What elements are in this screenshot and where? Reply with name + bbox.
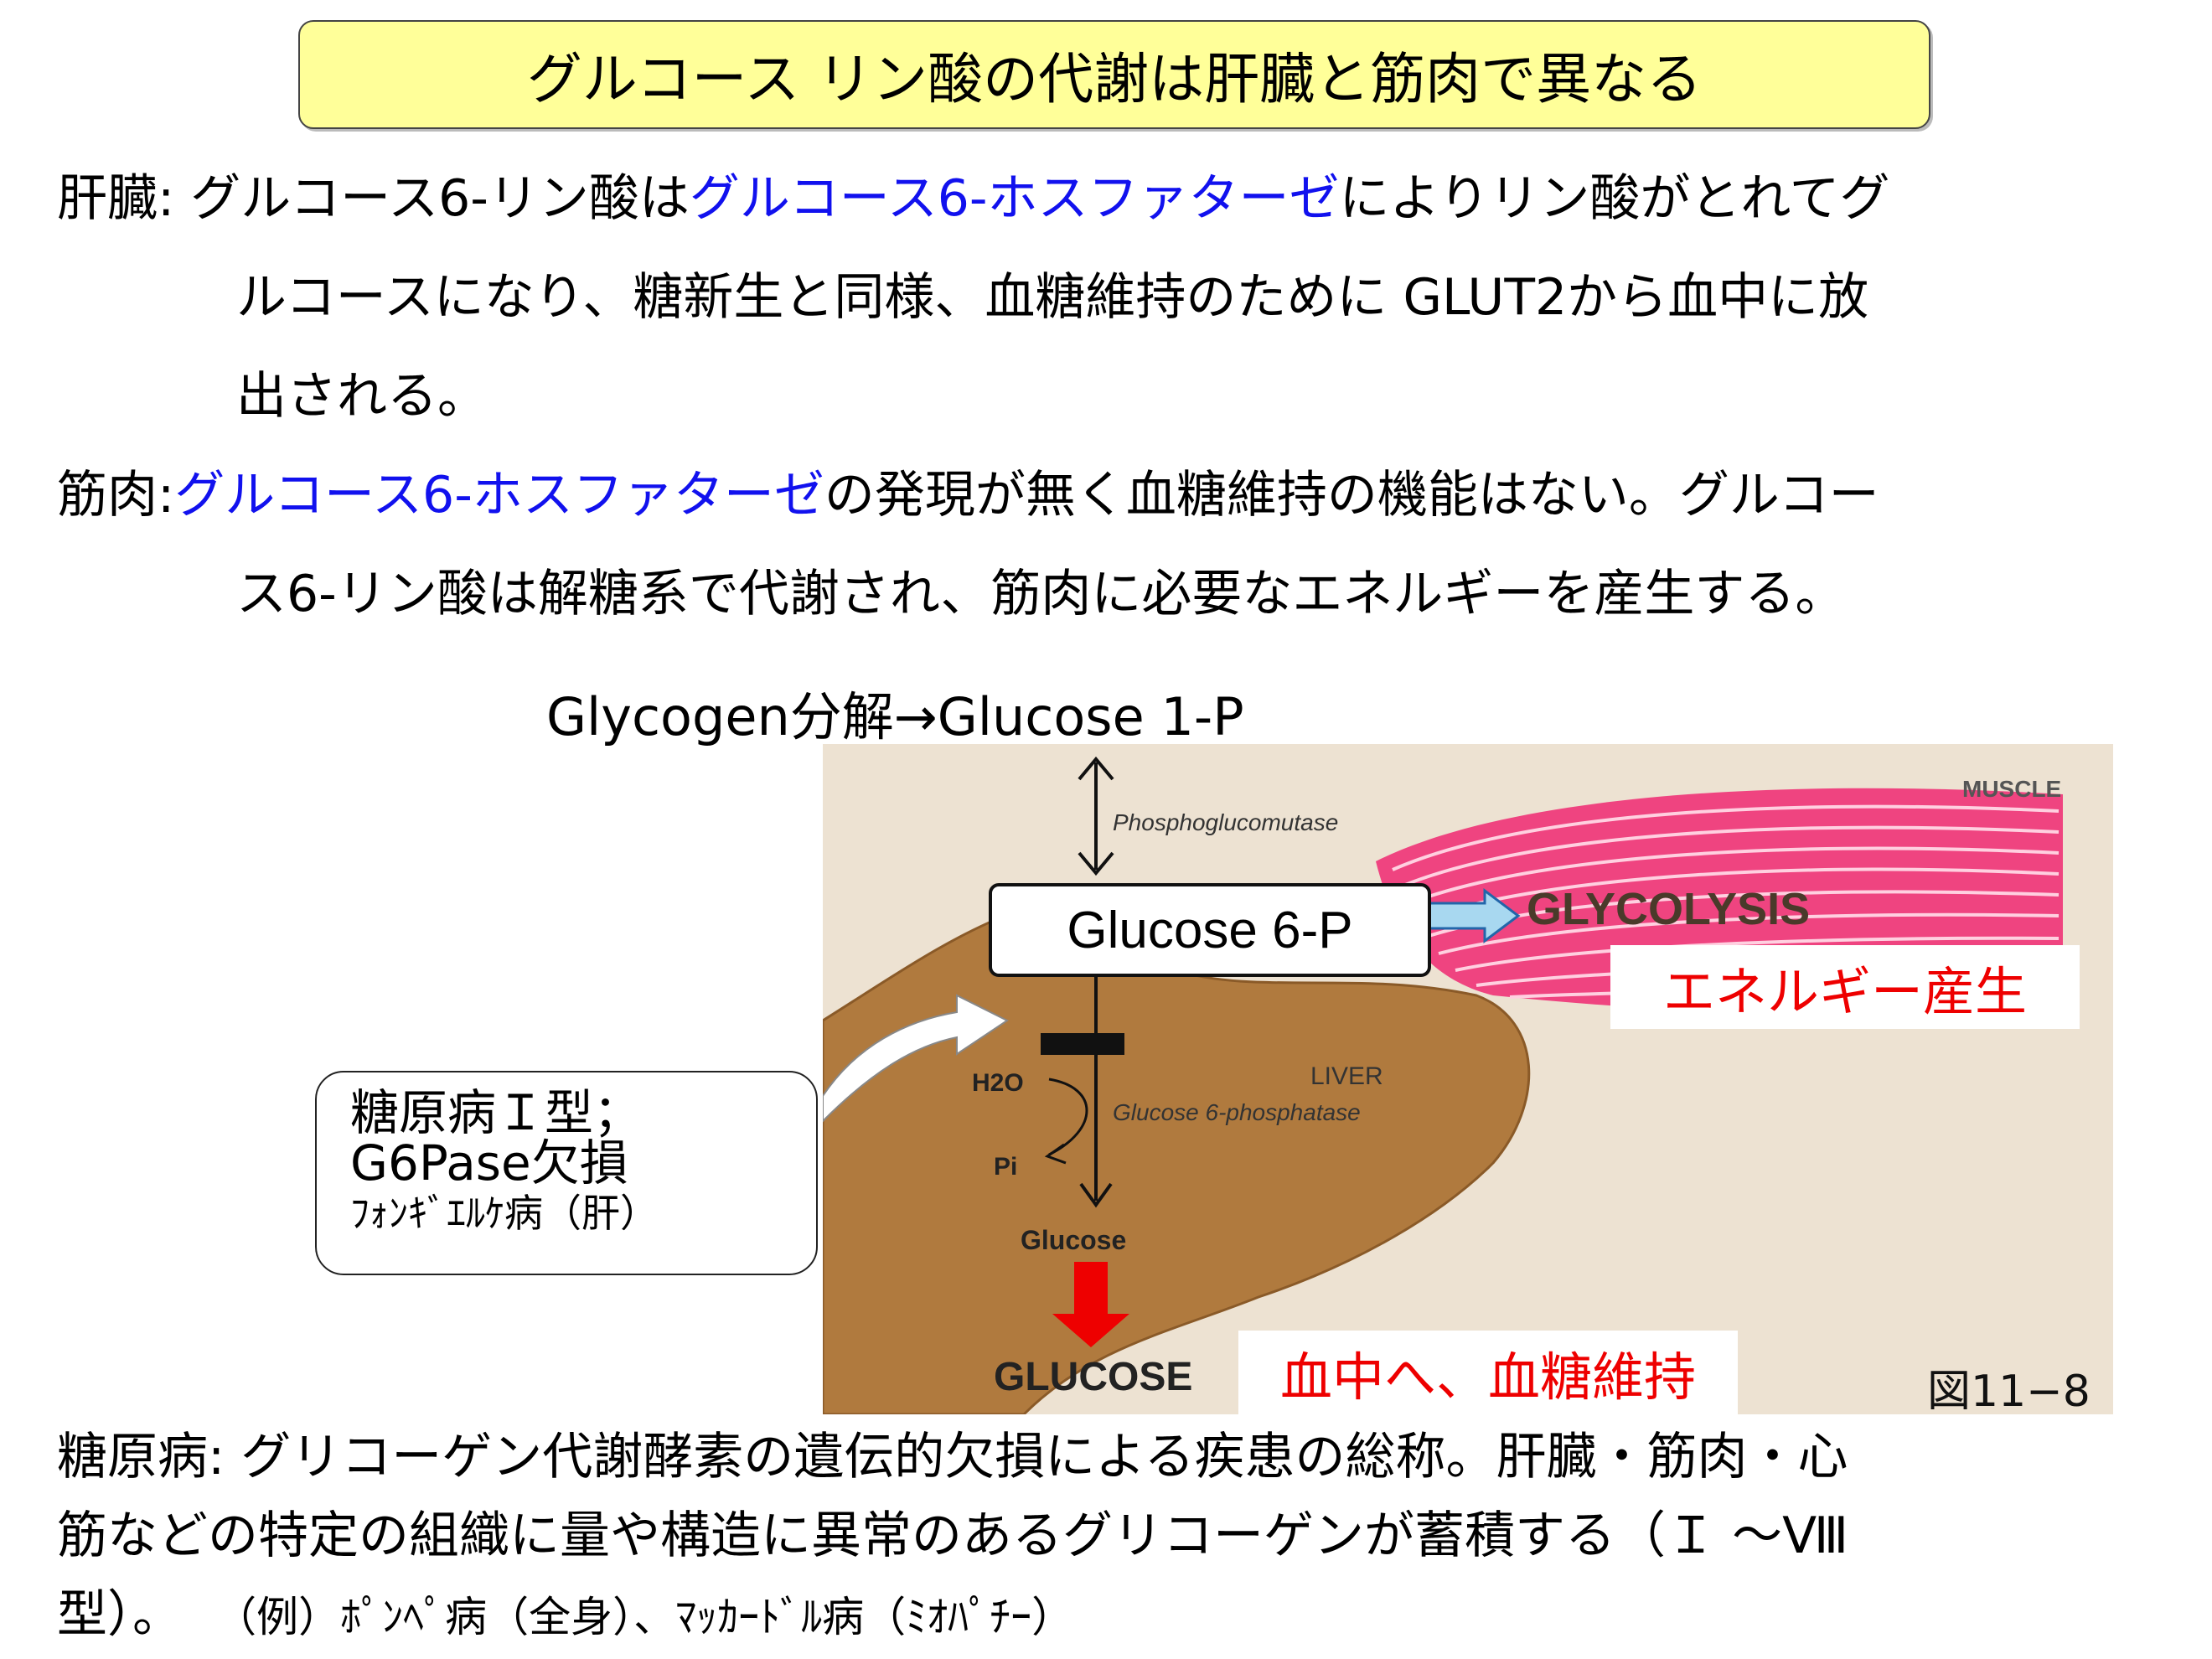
liver-label: LIVER: [1310, 1062, 1383, 1090]
metabolism-figure: Phosphoglucomutase MUSCLE Glucose 6-P GL…: [823, 744, 2113, 1414]
liver-line-3: 出される。: [236, 367, 488, 426]
liver-enzyme-name: グルコース6-ホスファターゼ: [689, 169, 1340, 228]
callout-line-3: ﾌｫﾝｷﾞｴﾙｹ病（肝）: [350, 1191, 659, 1236]
glycogenosis-description: 糖原病: グリコーゲン代謝酵素の遺伝的欠損による疾患の総称。肝臓・筋肉・心 筋な…: [57, 1418, 1848, 1656]
muscle-label: MUSCLE: [1962, 776, 2062, 802]
callout-line-2: G6Pase欠損: [350, 1134, 628, 1191]
liver-label: 肝臓: [57, 169, 158, 228]
phosphoglucomutase-arrow: [1078, 756, 1114, 876]
glycogen-storage-disease-callout: 糖原病Ｉ型； G6Pase欠損 ﾌｫﾝｷﾞｴﾙｹ病（肝）: [315, 1071, 818, 1275]
bottom-examples: （例）ﾎﾟﾝﾍﾟ病（全身）、ﾏｯｶｰﾄﾞﾙ病（ﾐｵﾊﾟﾁｰ）: [214, 1593, 1074, 1641]
muscle-sep: :: [158, 466, 175, 525]
pi-label: Pi: [994, 1153, 1018, 1181]
glycogen-breakdown-label: Glycogen分解→Glucose 1-P: [546, 686, 1244, 747]
muscle-enzyme-name: グルコース6-ホスファターゼ: [174, 466, 824, 525]
figure-number: 図11−8: [1927, 1367, 2091, 1414]
liver-text-c: によりリン酸がとれてグ: [1339, 169, 1890, 228]
callout-line-1: 糖原病Ｉ型；: [350, 1084, 643, 1141]
bottom-line-3: 型）。 （例）ﾎﾟﾝﾍﾟ病（全身）、ﾏｯｶｰﾄﾞﾙ病（ﾐｵﾊﾟﾁｰ）: [57, 1575, 1848, 1656]
liver-sep: :: [158, 169, 175, 228]
liver-line-1: 肝臓: グルコース6-リン酸はグルコース6-ホスファターゼによりリン酸がとれてグ: [57, 152, 1890, 245]
h2o-label: H2O: [972, 1069, 1024, 1097]
bottom-line-2: 筋などの特定の組織に量や構造に異常のあるグリコーゲンが蓄積する（Ｉ ～Ⅷ: [57, 1507, 1849, 1565]
glycolysis-label: GLYCOLYSIS: [1527, 884, 1811, 934]
muscle-text-c: の発現が無く血糖維持の機能はない。グルコー: [824, 466, 1879, 525]
g6phosphatase-label: Glucose 6-phosphatase: [1113, 1099, 1361, 1125]
energy-production-label: エネルギー産生: [1610, 945, 2080, 1029]
bottom-line-1: 糖原病: グリコーゲン代謝酵素の遺伝的欠損による疾患の総称。肝臓・筋肉・心: [57, 1428, 1848, 1486]
phosphoglucomutase-label: Phosphoglucomutase: [1113, 809, 1339, 835]
slide-title: グルコース リン酸の代謝は肝臓と筋肉で異なる: [298, 20, 1930, 129]
liver-text-a: グルコース6-リン酸は: [190, 169, 690, 228]
muscle-label: 筋肉: [57, 466, 158, 525]
glucose-6p-box: Glucose 6-P: [989, 883, 1431, 977]
enzyme-block-bar: [1041, 1033, 1124, 1055]
muscle-line-1: 筋肉:グルコース6-ホスファターゼの発現が無く血糖維持の機能はない。グルコー: [57, 449, 1879, 541]
glucose-big-label: GLUCOSE: [994, 1355, 1193, 1399]
glucose-small-label: Glucose: [1021, 1225, 1127, 1255]
blood-glucose-label: 血中へ、血糖維持: [1238, 1331, 1738, 1414]
liver-line-2: ルコースになり、糖新生と同様、血糖維持のために GLUT2から血中に放: [236, 268, 1869, 327]
bottom-line-3a: 型）。: [57, 1585, 183, 1644]
muscle-line-2: ス6-リン酸は解糖系で代謝され、筋肉に必要なエネルギーを産生する。: [236, 565, 1846, 623]
